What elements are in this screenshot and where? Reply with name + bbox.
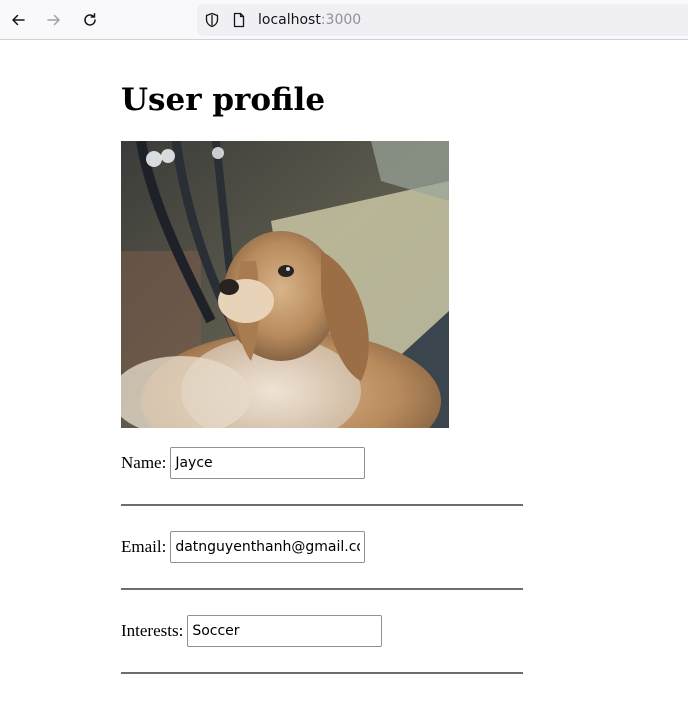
interests-input[interactable] (187, 615, 383, 647)
profile-photo (121, 141, 449, 428)
interests-row: Interests: (121, 615, 383, 647)
browser-toolbar: localhost:3000 (0, 0, 688, 40)
url-bar[interactable]: localhost:3000 (197, 4, 688, 36)
interests-label: Interests: (121, 621, 184, 640)
back-button[interactable] (6, 8, 30, 32)
email-row: Email: (121, 531, 366, 563)
page-icon (233, 12, 245, 28)
forward-button[interactable] (42, 8, 66, 32)
reload-icon (84, 13, 96, 26)
url-port: :3000 (320, 12, 362, 28)
reload-button[interactable] (78, 8, 102, 32)
shield-icon[interactable] (204, 12, 220, 28)
email-label: Email: (121, 537, 167, 556)
divider (121, 588, 523, 590)
divider (121, 504, 523, 506)
divider (121, 672, 523, 674)
url-host: localhost (258, 12, 321, 28)
name-row: Name: (121, 447, 366, 479)
arrow-right-icon (47, 14, 60, 26)
name-input[interactable] (170, 447, 366, 479)
page-title: User profile (121, 82, 326, 118)
arrow-left-icon (12, 14, 25, 26)
url-text[interactable]: localhost:3000 (258, 11, 361, 29)
email-input[interactable] (170, 531, 366, 563)
dog-photo (121, 141, 449, 428)
name-label: Name: (121, 453, 167, 472)
